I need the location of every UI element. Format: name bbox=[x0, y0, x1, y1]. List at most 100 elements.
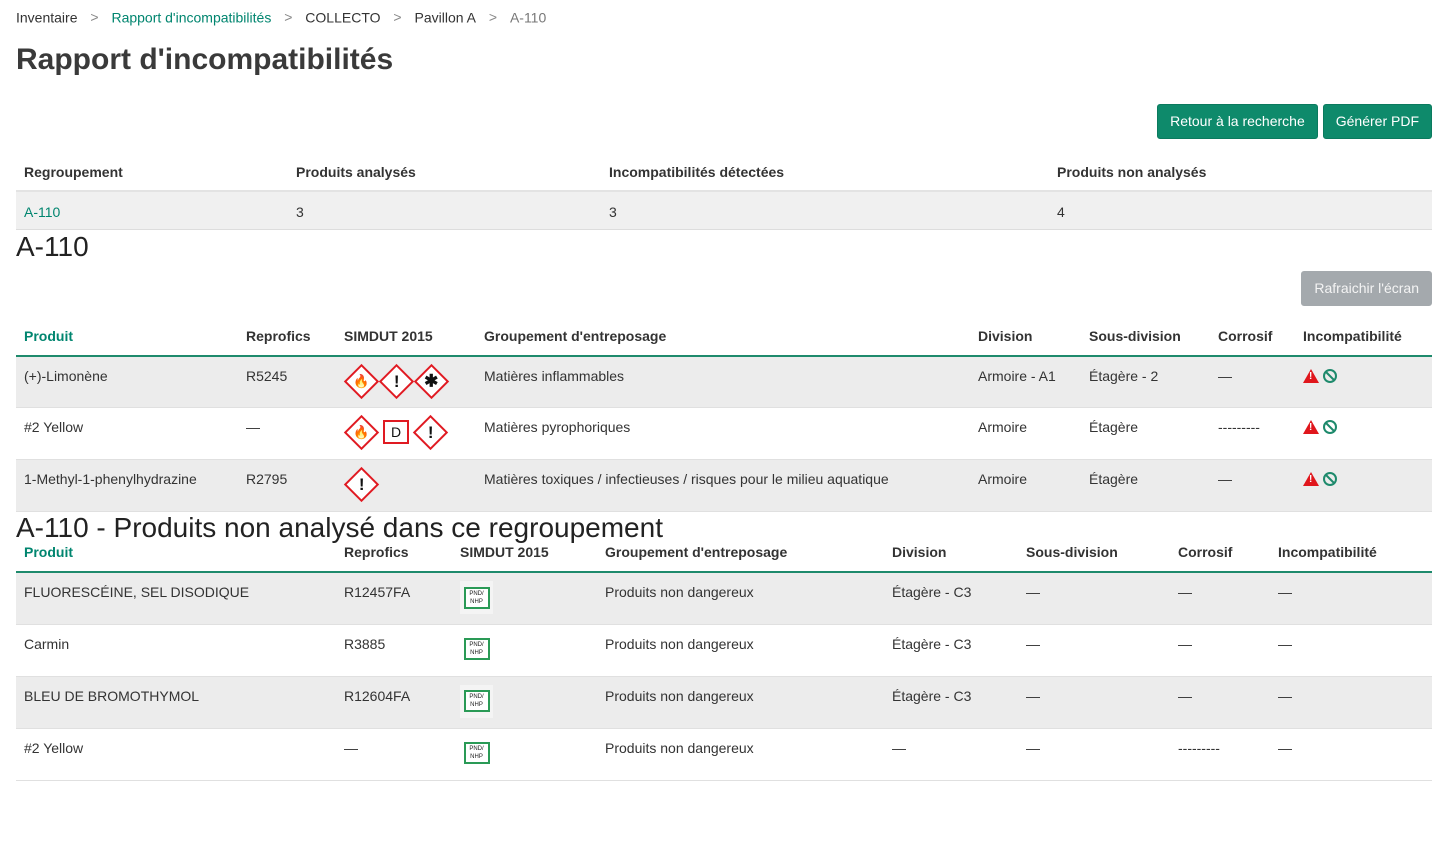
breadcrumb-collecto[interactable]: COLLECTO bbox=[305, 9, 380, 25]
warning-icon[interactable]: ! bbox=[1303, 368, 1319, 383]
page: Inventaire > Rapport d'incompatibilités … bbox=[0, 0, 1447, 781]
no-entry-icon[interactable] bbox=[1323, 472, 1337, 486]
storage-group: Matières toxiques / infectieuses / risqu… bbox=[476, 459, 970, 512]
col-header-incompat: Incompatibilité bbox=[1295, 307, 1432, 357]
reprofics-code: R2795 bbox=[238, 459, 336, 512]
incompatibility: — bbox=[1270, 728, 1432, 781]
exclamation-icon: ! bbox=[343, 466, 380, 503]
reprofics-code: R5245 bbox=[238, 355, 336, 408]
corrosive: --------- bbox=[1170, 728, 1270, 781]
flame-icon: 🔥 bbox=[343, 414, 380, 451]
summary-row: A-110 3 3 4 bbox=[16, 191, 1432, 230]
table-row: 1-Methyl-1-phenylhydrazine R2795 ! Matiè… bbox=[16, 459, 1432, 512]
table-row: Carmin R3885 PND/NHP Produits non danger… bbox=[16, 624, 1432, 677]
simdut-pictograms: PND/NHP bbox=[452, 624, 597, 677]
breadcrumb-rapport[interactable]: Rapport d'incompatibilités bbox=[111, 9, 271, 25]
subdivision: Étagère bbox=[1081, 459, 1210, 512]
breadcrumb-separator: > bbox=[393, 9, 402, 26]
table-row: #2 Yellow — PND/NHP Produits non dangere… bbox=[16, 728, 1432, 781]
reprofics-code: R3885 bbox=[336, 624, 452, 677]
exclamation-icon: ! bbox=[412, 414, 449, 451]
simdut-pictograms: ! bbox=[336, 459, 476, 512]
storage-group: Matières pyrophoriques bbox=[476, 407, 970, 460]
col-header-simdut: SIMDUT 2015 bbox=[336, 307, 476, 357]
product-name: #2 Yellow bbox=[16, 407, 238, 460]
warning-icon[interactable]: ! bbox=[1303, 420, 1319, 434]
reprofics-code: — bbox=[336, 728, 452, 781]
division: Étagère - C3 bbox=[884, 676, 1018, 729]
corrosive: --------- bbox=[1210, 407, 1295, 460]
table-row: (+)-Limonène R5245 🔥 ! ✱ Matières inflam… bbox=[16, 355, 1432, 408]
table-row: BLEU DE BROMOTHYMOL R12604FA PND/NHP Pro… bbox=[16, 676, 1432, 729]
breadcrumb-separator: > bbox=[284, 9, 293, 26]
summary-header-detected: Incompatibilités détectées bbox=[601, 154, 1049, 192]
page-title: Rapport d'incompatibilités bbox=[16, 43, 394, 76]
class-d-icon: D bbox=[383, 420, 409, 444]
col-header-storage: Groupement d'entreposage bbox=[476, 307, 970, 357]
section-title-group: A-110 bbox=[16, 230, 89, 262]
table-row: FLUORESCÉINE, SEL DISODIQUE R12457FA PND… bbox=[16, 572, 1432, 625]
division: — bbox=[884, 728, 1018, 781]
col-header-incompat: Incompatibilité bbox=[1270, 544, 1432, 573]
subdivision: — bbox=[1018, 624, 1170, 677]
col-header-simdut: SIMDUT 2015 bbox=[452, 544, 597, 573]
group-link[interactable]: A-110 bbox=[24, 204, 60, 220]
analysed-count: 3 bbox=[288, 191, 601, 230]
simdut-pictograms: PND/NHP bbox=[452, 728, 597, 781]
corrosive: — bbox=[1210, 459, 1295, 512]
breadcrumb: Inventaire > Rapport d'incompatibilités … bbox=[16, 0, 1432, 32]
simdut-pictograms: PND/NHP bbox=[452, 676, 597, 729]
reprofics-code: R12604FA bbox=[336, 676, 452, 729]
product-name: BLEU DE BROMOTHYMOL bbox=[16, 676, 336, 729]
storage-group: Produits non dangereux bbox=[597, 572, 884, 625]
col-header-corrosive: Corrosif bbox=[1170, 544, 1270, 573]
col-header-storage: Groupement d'entreposage bbox=[597, 544, 884, 573]
breadcrumb-separator: > bbox=[488, 9, 498, 26]
detected-count: 3 bbox=[601, 191, 1049, 230]
subdivision: — bbox=[1018, 728, 1170, 781]
reprofics-code: — bbox=[238, 407, 336, 460]
flame-icon: 🔥 bbox=[343, 363, 380, 399]
non-hazardous-icon: PND/NHP bbox=[460, 632, 493, 666]
subdivision: — bbox=[1018, 676, 1170, 729]
summary-header-group: Regroupement bbox=[16, 154, 288, 192]
simdut-pictograms: PND/NHP bbox=[452, 572, 597, 625]
col-header-division: Division bbox=[970, 307, 1081, 357]
not-analysed-products-table: Produit Reprofics SIMDUT 2015 Groupement… bbox=[16, 544, 1432, 781]
non-hazardous-icon: PND/NHP bbox=[460, 736, 493, 770]
storage-group: Produits non dangereux bbox=[597, 728, 884, 781]
corrosive: — bbox=[1170, 676, 1270, 729]
not-analysed-count: 4 bbox=[1049, 191, 1432, 230]
subdivision: — bbox=[1018, 572, 1170, 625]
no-entry-icon[interactable] bbox=[1323, 368, 1337, 383]
col-header-subdivision: Sous-division bbox=[1081, 307, 1210, 357]
refresh-button[interactable]: Rafraichir l'écran bbox=[1301, 270, 1432, 306]
col-header-product[interactable]: Produit bbox=[16, 544, 336, 573]
storage-group: Matières inflammables bbox=[476, 355, 970, 408]
corrosive: — bbox=[1170, 572, 1270, 625]
subdivision: Étagère bbox=[1081, 407, 1210, 460]
division: Armoire bbox=[970, 407, 1081, 460]
breadcrumb-inventaire[interactable]: Inventaire bbox=[16, 9, 77, 25]
summary-table: Regroupement Produits analysés Incompati… bbox=[16, 154, 1432, 230]
back-to-search-button[interactable]: Retour à la recherche bbox=[1157, 104, 1318, 139]
incompatibility-cell: ! bbox=[1295, 355, 1432, 408]
product-name: Carmin bbox=[16, 624, 336, 677]
generate-pdf-button[interactable]: Générer PDF bbox=[1322, 104, 1432, 139]
non-hazardous-icon: PND/NHP bbox=[460, 581, 493, 614]
warning-icon[interactable]: ! bbox=[1303, 472, 1319, 486]
col-header-product[interactable]: Produit bbox=[16, 307, 238, 357]
incompatibility-cell: ! bbox=[1295, 459, 1432, 512]
product-name: #2 Yellow bbox=[16, 728, 336, 781]
no-entry-icon[interactable] bbox=[1323, 420, 1337, 434]
health-hazard-icon: ✱ bbox=[413, 363, 450, 399]
col-header-division: Division bbox=[884, 544, 1018, 573]
analysed-products-table: Produit Reprofics SIMDUT 2015 Groupement… bbox=[16, 307, 1432, 512]
incompatibility-cell: ! bbox=[1295, 407, 1432, 460]
product-name: 1-Methyl-1-phenylhydrazine bbox=[16, 459, 238, 512]
simdut-pictograms: 🔥 ! ✱ bbox=[336, 355, 476, 408]
breadcrumb-current: A-110 bbox=[509, 9, 547, 26]
incompatibility: — bbox=[1270, 572, 1432, 625]
breadcrumb-pavillon[interactable]: Pavillon A bbox=[414, 9, 475, 25]
corrosive: — bbox=[1170, 624, 1270, 677]
